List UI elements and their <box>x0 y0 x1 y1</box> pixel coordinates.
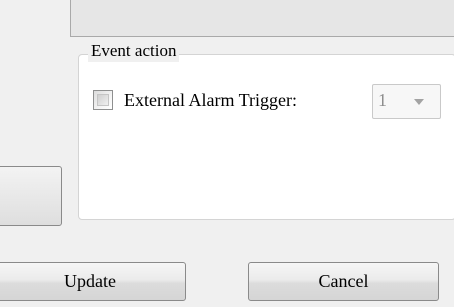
group-title: Event action <box>88 40 180 62</box>
left-button[interactable] <box>0 166 62 226</box>
external-alarm-checkbox[interactable] <box>93 90 113 110</box>
cancel-button[interactable]: Cancel <box>248 262 439 301</box>
alarm-trigger-value: 1 <box>378 90 387 110</box>
top-panel <box>70 0 454 37</box>
event-action-group <box>78 54 454 220</box>
chevron-down-icon[interactable] <box>414 99 424 105</box>
update-button[interactable]: Update <box>0 262 186 301</box>
external-alarm-label[interactable]: External Alarm Trigger: <box>124 88 297 112</box>
